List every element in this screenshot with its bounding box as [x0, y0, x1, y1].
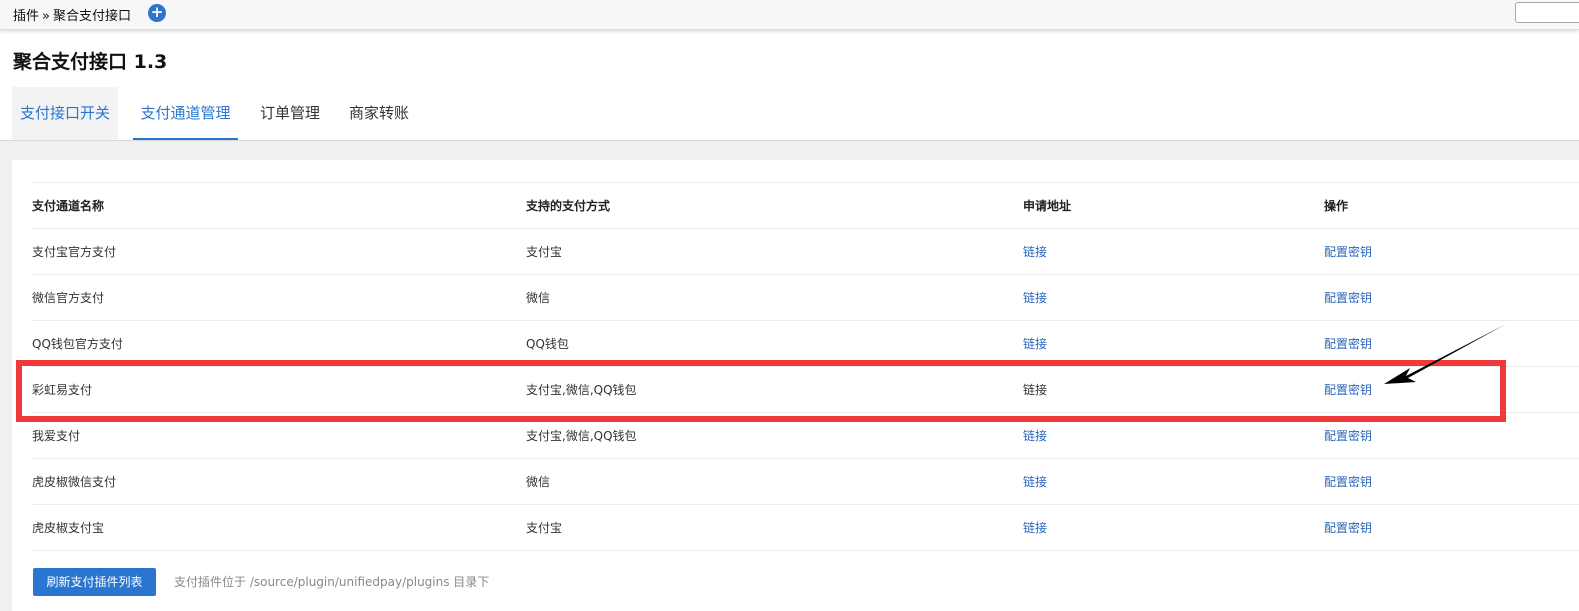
configure-key-link[interactable]: 配置密钥: [1324, 521, 1372, 535]
column-header-apply: 申请地址: [1023, 182, 1324, 229]
page-title: 聚合支付接口 1.3: [13, 51, 168, 73]
channel-methods: QQ钱包: [526, 320, 1023, 367]
table-row: QQ钱包官方支付 QQ钱包 链接 配置密钥: [32, 320, 1579, 367]
channel-methods: 支付宝,微信,QQ钱包: [526, 412, 1023, 459]
table-header-row: 支付通道名称 支持的支付方式 申请地址 操作: [32, 182, 1579, 229]
apply-link[interactable]: 链接: [1023, 475, 1047, 489]
plugin-location-tip: 支付插件位于 /source/plugin/unifiedpay/plugins…: [174, 575, 490, 589]
table-row: 虎皮椒微信支付 微信 链接 配置密钥: [32, 458, 1579, 505]
channel-methods: 支付宝,微信,QQ钱包: [526, 366, 1023, 413]
table-row-highlighted: 彩虹易支付 支付宝,微信,QQ钱包 链接 配置密钥: [32, 366, 1579, 413]
channel-name: 彩虹易支付: [32, 366, 526, 413]
tab-channel-management[interactable]: 支付通道管理: [133, 87, 238, 140]
channel-methods: 微信: [526, 458, 1023, 505]
channel-table: 支付通道名称 支持的支付方式 申请地址 操作 支付宝官方支付 支付宝 链接 配置…: [32, 182, 1579, 551]
top-bar: 插件» 聚合支付接口 +: [0, 0, 1579, 30]
apply-link[interactable]: 链接: [1023, 521, 1047, 535]
breadcrumb: 插件» 聚合支付接口: [13, 5, 131, 24]
channel-name: QQ钱包官方支付: [32, 320, 526, 367]
table-row: 我爱支付 支付宝,微信,QQ钱包 链接 配置密钥: [32, 412, 1579, 459]
column-header-methods: 支持的支付方式: [526, 182, 1023, 229]
configure-key-link[interactable]: 配置密钥: [1324, 291, 1372, 305]
breadcrumb-root[interactable]: 插件: [13, 9, 39, 24]
channel-methods: 微信: [526, 274, 1023, 321]
column-header-name: 支付通道名称: [32, 182, 526, 229]
channel-panel: 支付通道名称 支持的支付方式 申请地址 操作 支付宝官方支付 支付宝 链接 配置…: [12, 160, 1579, 611]
channel-name: 支付宝官方支付: [32, 228, 526, 275]
column-header-action: 操作: [1324, 182, 1579, 229]
search-input[interactable]: [1515, 2, 1579, 23]
apply-link[interactable]: 链接: [1023, 429, 1047, 443]
configure-key-link[interactable]: 配置密钥: [1324, 383, 1372, 397]
table-row: 虎皮椒支付宝 支付宝 链接 配置密钥: [32, 504, 1579, 551]
apply-link[interactable]: 链接: [1023, 383, 1047, 397]
breadcrumb-separator: »: [42, 9, 50, 24]
channel-methods: 支付宝: [526, 228, 1023, 275]
configure-key-link[interactable]: 配置密钥: [1324, 429, 1372, 443]
channel-name: 微信官方支付: [32, 274, 526, 321]
configure-key-link[interactable]: 配置密钥: [1324, 475, 1372, 489]
channel-name: 我爱支付: [32, 412, 526, 459]
tab-payment-switch[interactable]: 支付接口开关: [12, 87, 118, 140]
channel-name: 虎皮椒微信支付: [32, 458, 526, 505]
table-row: 支付宝官方支付 支付宝 链接 配置密钥: [32, 228, 1579, 275]
refresh-plugin-list-button[interactable]: 刷新支付插件列表: [33, 568, 156, 596]
channel-name: 虎皮椒支付宝: [32, 504, 526, 551]
tab-order-management[interactable]: 订单管理: [256, 87, 324, 140]
plus-circle-icon[interactable]: +: [148, 4, 166, 22]
content-area: 支付通道名称 支持的支付方式 申请地址 操作 支付宝官方支付 支付宝 链接 配置…: [0, 140, 1579, 611]
channel-methods: 支付宝: [526, 504, 1023, 551]
apply-link[interactable]: 链接: [1023, 291, 1047, 305]
table-row: 微信官方支付 微信 链接 配置密钥: [32, 274, 1579, 321]
apply-link[interactable]: 链接: [1023, 245, 1047, 259]
tab-merchant-transfer[interactable]: 商家转账: [347, 87, 411, 140]
configure-key-link[interactable]: 配置密钥: [1324, 245, 1372, 259]
configure-key-link[interactable]: 配置密钥: [1324, 337, 1372, 351]
apply-link[interactable]: 链接: [1023, 337, 1047, 351]
breadcrumb-current: 聚合支付接口: [52, 9, 131, 24]
